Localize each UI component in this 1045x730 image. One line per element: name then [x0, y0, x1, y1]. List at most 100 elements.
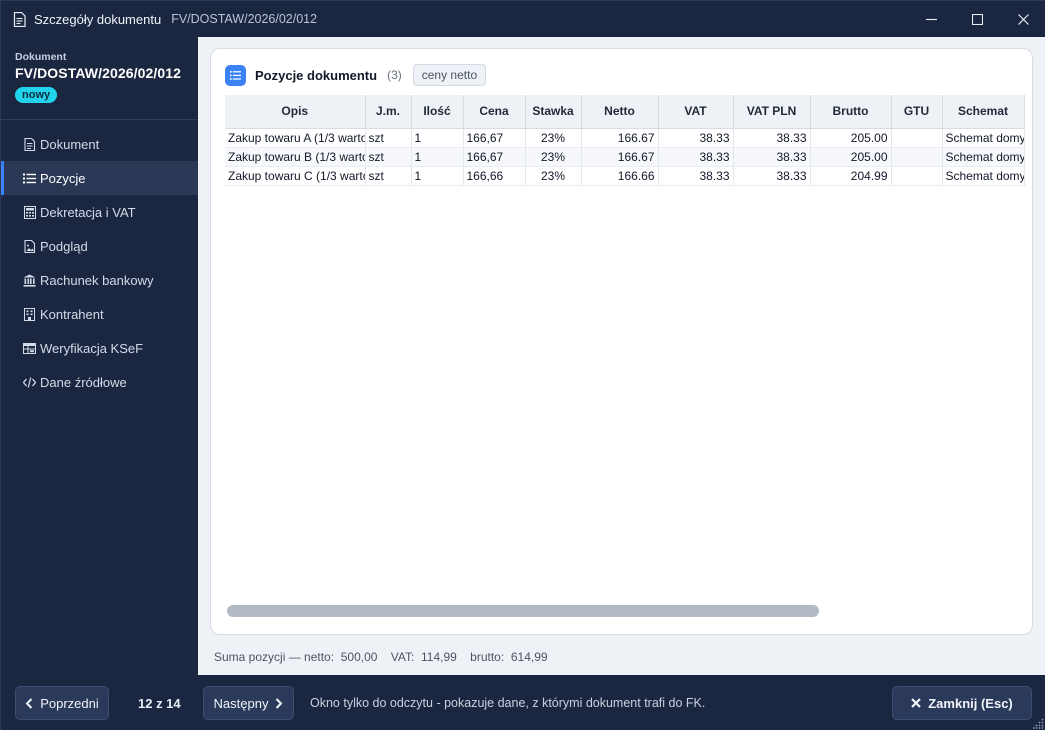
table-check-icon — [23, 342, 36, 355]
summary-vat-label: VAT: — [390, 650, 415, 664]
cell-brutto: 205.00 — [810, 147, 892, 167]
summary-brutto-label: brutto: — [470, 650, 505, 664]
column-header-jm[interactable]: J.m. — [365, 95, 412, 129]
sidebar-item-dokument[interactable]: Dokument — [1, 127, 198, 161]
title-bar: Szczegóły dokumentu FV/DOSTAW/2026/02/01… — [1, 1, 1045, 37]
image-icon — [23, 239, 36, 253]
cell-netto: 166.67 — [581, 147, 659, 167]
maximize-button[interactable] — [954, 1, 1000, 37]
cell-stawka: 23% — [525, 147, 582, 167]
cell-gtu — [891, 128, 943, 148]
close-icon — [1017, 13, 1029, 25]
cell-brutto: 205.00 — [810, 128, 892, 148]
cell-jm: szt — [365, 147, 412, 167]
sidebar-item-label: Dane źródłowe — [40, 374, 127, 390]
positions-panel: Pozycje dokumentu (3) ceny netto Opis J.… — [210, 48, 1033, 635]
column-header-vat-pln[interactable]: VAT PLN — [733, 95, 811, 129]
column-header-gtu[interactable]: GTU — [891, 95, 943, 129]
sidebar-item-pozycje[interactable]: Pozycje — [1, 161, 198, 195]
document-label: Dokument — [15, 51, 67, 63]
cell-ilosc: 1 — [411, 147, 464, 167]
column-header-vat[interactable]: VAT — [658, 95, 734, 129]
cell-netto: 166.66 — [581, 166, 659, 186]
table-row[interactable]: Zakup towaru B (1/3 wartości) szt 1 166,… — [225, 147, 1025, 167]
table-row[interactable]: Zakup towaru A (1/3 wartości) szt 1 166,… — [225, 128, 1025, 148]
sidebar-item-label: Dekretacja i VAT — [40, 204, 136, 220]
cell-gtu — [891, 147, 943, 167]
summary-netto-label: Suma pozycji — netto: — [214, 650, 335, 664]
cell-schemat: Schemat domyślny — [942, 147, 1025, 167]
minimize-button[interactable] — [908, 1, 954, 37]
cell-ilosc: 1 — [411, 166, 464, 186]
positions-summary: Suma pozycji — netto: 500,00 VAT: 114,99… — [214, 650, 548, 664]
sidebar-item-dekretacja[interactable]: Dekretacja i VAT — [1, 195, 198, 229]
previous-button[interactable]: Poprzedni — [15, 686, 109, 720]
summary-netto-value: 500,00 — [340, 650, 378, 664]
next-button[interactable]: Następny — [203, 686, 294, 720]
cell-opis: Zakup towaru B (1/3 wartości) — [225, 147, 366, 167]
code-icon — [23, 376, 36, 389]
column-header-cena[interactable]: Cena — [463, 95, 526, 129]
column-header-brutto[interactable]: Brutto — [810, 95, 892, 129]
document-icon — [23, 137, 36, 151]
cell-opis: Zakup towaru C (1/3 wartości) — [225, 166, 366, 186]
cell-vat: 38.33 — [658, 147, 734, 167]
summary-vat-value: 114,99 — [421, 650, 457, 664]
cell-brutto: 204.99 — [810, 166, 892, 186]
cell-schemat: Schemat domyślny — [942, 128, 1025, 148]
panel-title: Pozycje dokumentu — [255, 67, 378, 83]
sidebar-item-weryfikacja[interactable]: Weryfikacja KSeF — [1, 331, 198, 365]
document-header: Dokument FV/DOSTAW/2026/02/012 nowy — [1, 37, 198, 120]
column-header-opis[interactable]: Opis — [225, 95, 366, 129]
summary-brutto-value: 614,99 — [510, 650, 548, 664]
cell-cena: 166,66 — [463, 166, 526, 186]
close-button[interactable]: Zamknij (Esc) — [892, 686, 1032, 720]
sidebar-item-label: Weryfikacja KSeF — [40, 340, 144, 356]
bank-icon — [23, 274, 36, 287]
close-icon — [911, 698, 922, 708]
status-badge: nowy — [15, 87, 58, 103]
panel-header: Pozycje dokumentu (3) ceny netto — [225, 64, 487, 86]
building-icon — [23, 307, 36, 321]
next-button-label: Następny — [213, 695, 269, 711]
cell-stawka: 23% — [525, 166, 582, 186]
list-icon — [225, 64, 246, 86]
panel-count: (3) — [387, 68, 402, 82]
table-row[interactable]: Zakup towaru C (1/3 wartości) szt 1 166,… — [225, 166, 1025, 186]
footer-bar: Poprzedni 12 z 14 Następny Okno tylko do… — [1, 675, 1045, 730]
maximize-icon — [971, 13, 983, 25]
document-number: FV/DOSTAW/2026/02/012 — [15, 65, 182, 81]
read-only-note: Okno tylko do odczytu - pokazuje dane, z… — [310, 696, 706, 710]
window-subtitle: FV/DOSTAW/2026/02/012 — [171, 12, 318, 26]
cell-jm: szt — [365, 128, 412, 148]
cell-ilosc: 1 — [411, 128, 464, 148]
horizontal-scrollbar[interactable] — [227, 605, 819, 617]
minimize-icon — [925, 18, 937, 20]
column-header-ilosc[interactable]: Ilość — [411, 95, 464, 129]
chevron-right-icon — [276, 697, 283, 709]
sidebar-item-rachunek[interactable]: Rachunek bankowy — [1, 263, 198, 297]
calculator-icon — [23, 205, 36, 219]
cell-opis: Zakup towaru A (1/3 wartości) — [225, 128, 366, 148]
resize-grip-icon[interactable] — [1033, 718, 1044, 729]
sidebar-item-label: Rachunek bankowy — [40, 272, 154, 288]
window-title: Szczegóły dokumentu — [34, 11, 162, 27]
main-content: Pozycje dokumentu (3) ceny netto Opis J.… — [198, 37, 1045, 675]
sidebar-item-dane-zrodlowe[interactable]: Dane źródłowe — [1, 365, 198, 399]
cell-stawka: 23% — [525, 128, 582, 148]
sidebar-item-podglad[interactable]: Podgląd — [1, 229, 198, 263]
cell-vat-pln: 38.33 — [733, 147, 811, 167]
close-window-button[interactable] — [1000, 1, 1045, 37]
sidebar-item-kontrahent[interactable]: Kontrahent — [1, 297, 198, 331]
sidebar-item-label: Kontrahent — [40, 306, 104, 322]
column-header-schemat[interactable]: Schemat — [942, 95, 1025, 129]
cell-jm: szt — [365, 166, 412, 186]
previous-button-label: Poprzedni — [40, 695, 99, 711]
column-header-netto[interactable]: Netto — [581, 95, 659, 129]
positions-table: Opis J.m. Ilość Cena Stawka Netto VAT VA… — [225, 95, 1025, 186]
cell-gtu — [891, 166, 943, 186]
cell-vat-pln: 38.33 — [733, 128, 811, 148]
column-header-stawka[interactable]: Stawka — [525, 95, 582, 129]
window-controls — [908, 1, 1045, 37]
cell-cena: 166,67 — [463, 147, 526, 167]
